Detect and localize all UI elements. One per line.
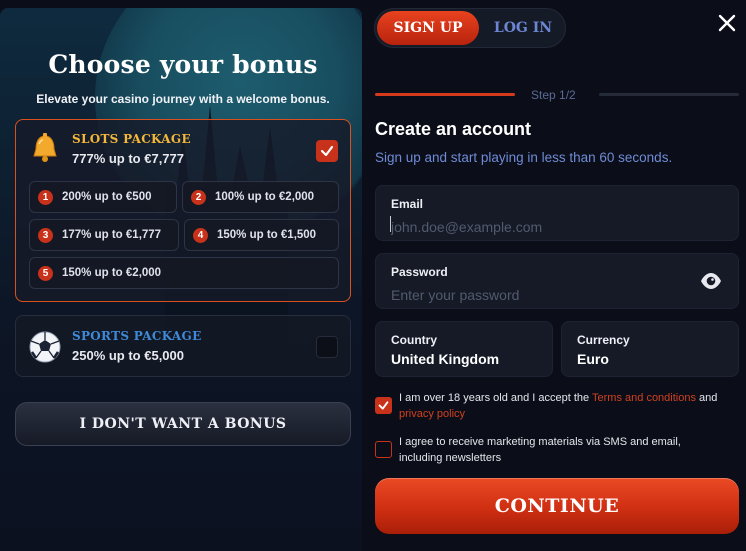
form-subtitle: Sign up and start playing in less than 6… (375, 150, 673, 165)
auth-tabs: SIGN UP LOG IN (374, 8, 566, 48)
currency-value: Euro (577, 351, 609, 367)
deposit-offer: 177% up to €1,777 (62, 229, 162, 241)
form-title: Create an account (375, 119, 532, 139)
deposit-offer: 150% up to €2,000 (62, 267, 162, 279)
terms-checkbox[interactable] (375, 397, 392, 414)
check-icon (320, 145, 334, 157)
privacy-policy-link[interactable]: privacy policy (399, 408, 465, 420)
bell-icon (33, 133, 57, 162)
deposit-number: 5 (38, 265, 53, 281)
sports-package-card[interactable]: Sports package 250% up to €5,000 (15, 315, 351, 377)
marketing-checkbox[interactable] (375, 441, 392, 458)
sports-selected-checkbox[interactable] (316, 336, 338, 358)
slots-deposit-1: 1 200% up to €500 (29, 181, 177, 213)
soccer-ball-icon (29, 331, 61, 363)
tab-sign-up[interactable]: SIGN UP (377, 11, 479, 45)
deposit-number: 1 (38, 189, 53, 205)
email-label: Email (391, 197, 424, 211)
bonus-title: Choose your bonus (48, 50, 318, 79)
country-label: Country (391, 333, 437, 347)
slots-package-offer: 777% up to €7,777 (72, 151, 184, 166)
deposit-offer: 100% up to €2,000 (215, 191, 315, 203)
deposit-number: 3 (38, 227, 53, 243)
tab-log-in[interactable]: LOG IN (481, 11, 565, 45)
slots-selected-checkbox[interactable] (316, 140, 338, 162)
slots-package-card[interactable]: Slots package 777% up to €7,777 1 200% u… (15, 119, 351, 302)
slots-package-name: Slots package (72, 132, 191, 146)
password-label: Password (391, 265, 448, 279)
deposit-offer: 150% up to €1,500 (217, 229, 317, 241)
slots-deposit-4: 4 150% up to €1,500 (184, 219, 339, 251)
terms-prefix: I am over 18 years old and I accept the (399, 392, 593, 404)
terms-link[interactable]: Terms and conditions (592, 392, 696, 404)
step-indicator: Step 1/2 (531, 88, 576, 102)
email-field: Email (375, 185, 739, 241)
check-icon (378, 401, 389, 410)
text-caret (390, 216, 391, 232)
password-input[interactable] (391, 284, 693, 306)
deposit-number: 4 (193, 227, 208, 243)
step-progress-remaining (599, 93, 739, 96)
country-field[interactable]: Country United Kingdom (375, 321, 553, 377)
continue-button[interactable]: CONTINUE (375, 478, 739, 534)
sports-package-offer: 250% up to €5,000 (72, 348, 184, 363)
country-value: United Kingdom (391, 351, 500, 367)
currency-label: Currency (577, 333, 630, 347)
email-input[interactable] (391, 216, 693, 238)
slots-deposit-5: 5 150% up to €2,000 (29, 257, 339, 289)
no-bonus-button[interactable]: I DON'T WANT A BONUS (15, 402, 351, 446)
password-field: Password (375, 253, 739, 309)
sports-package-name: Sports package (72, 329, 202, 343)
slots-deposit-2: 2 100% up to €2,000 (182, 181, 339, 213)
bonus-subtitle: Elevate your casino journey with a welco… (36, 92, 330, 106)
terms-and: and (695, 392, 718, 404)
marketing-text: I agree to receive marketing materials v… (399, 436, 681, 464)
deposit-number: 2 (191, 189, 206, 205)
close-icon[interactable] (716, 12, 738, 34)
currency-field[interactable]: Currency Euro (561, 321, 739, 377)
eye-icon[interactable] (700, 272, 722, 290)
terms-text: I am over 18 years old and I accept the … (399, 390, 739, 422)
step-progress-complete (375, 93, 515, 96)
slots-deposit-3: 3 177% up to €1,777 (29, 219, 179, 251)
deposit-offer: 200% up to €500 (62, 191, 152, 203)
